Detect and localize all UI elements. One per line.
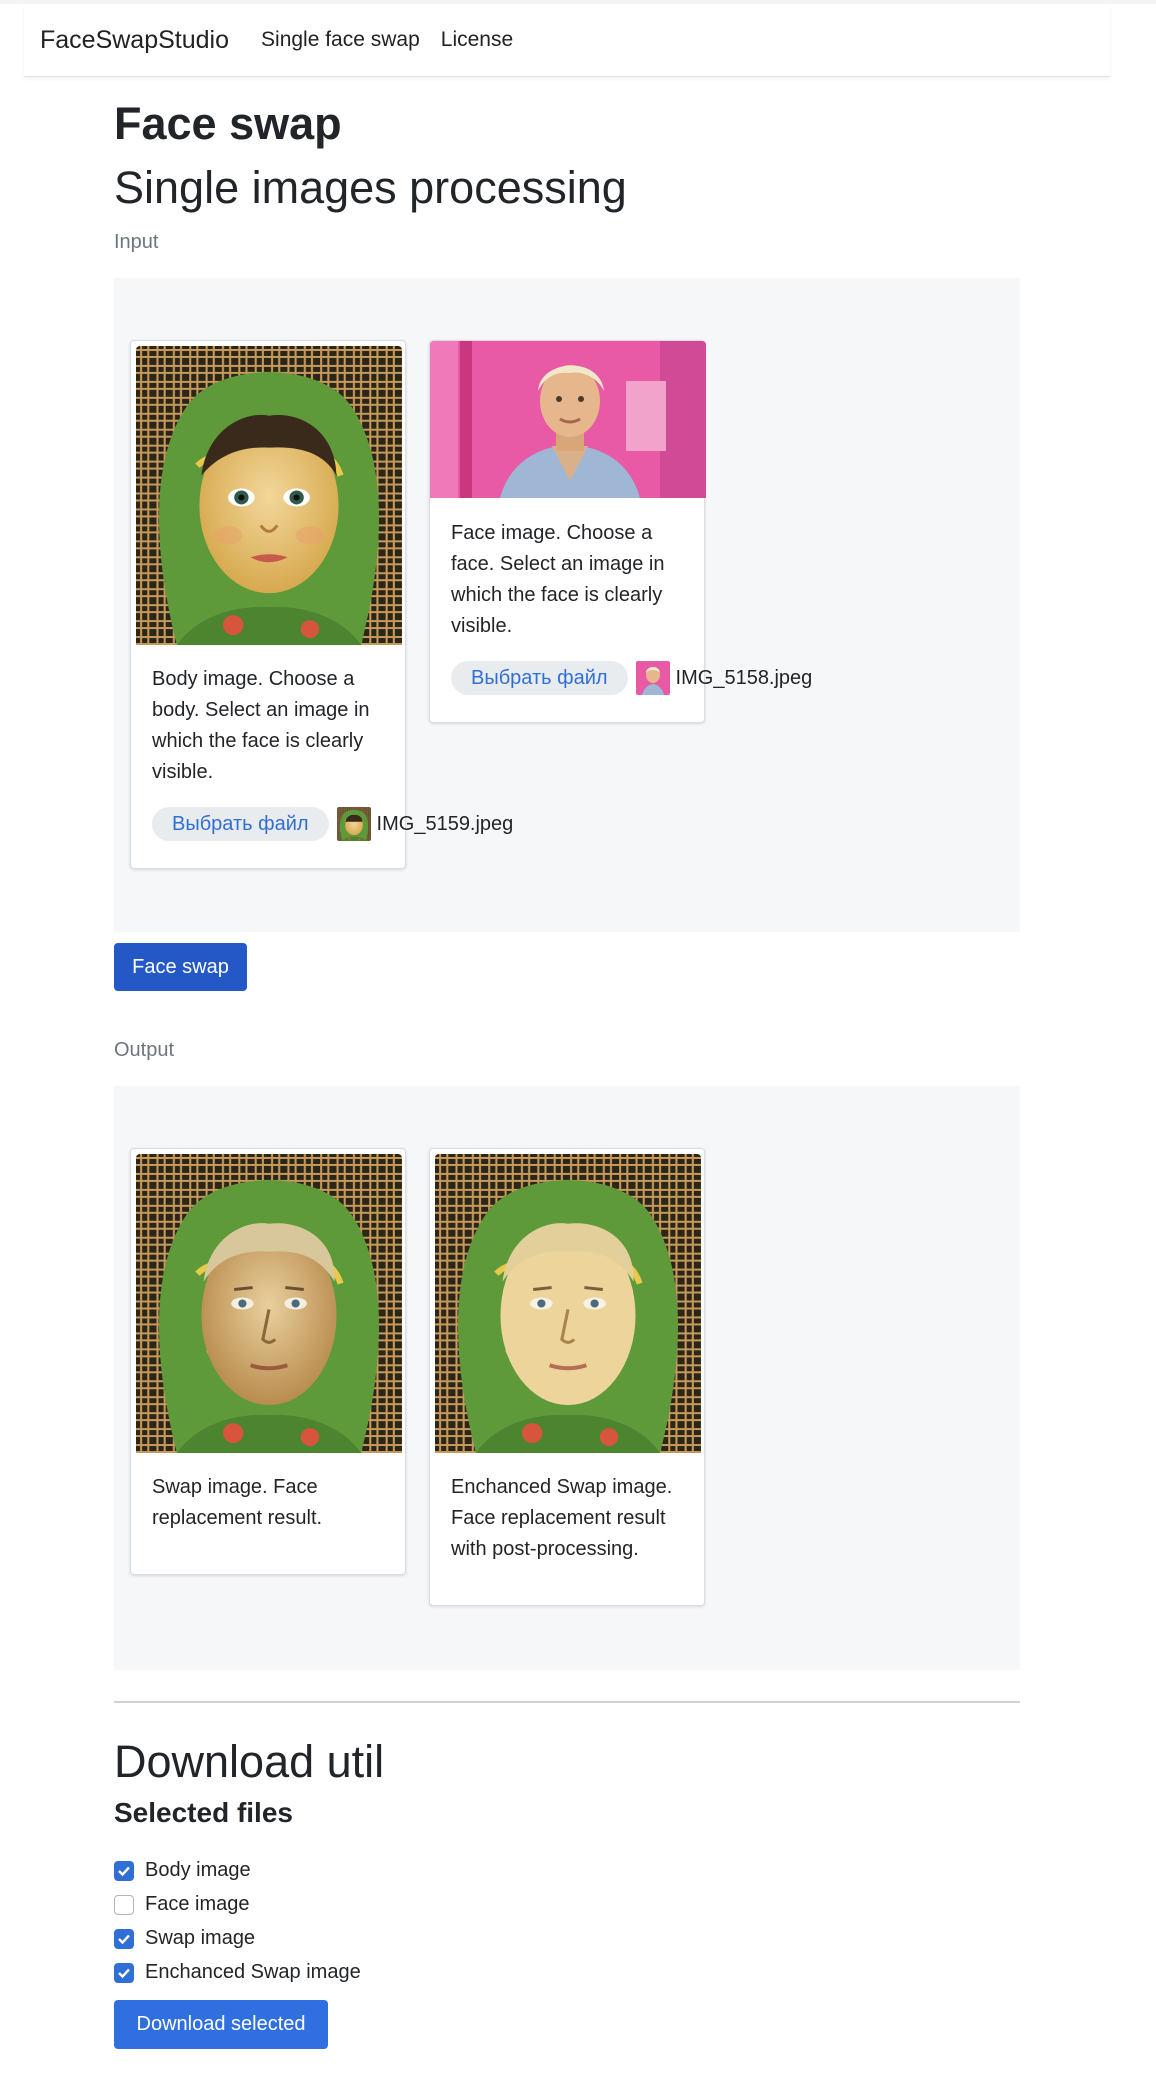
face-file-thumbnail xyxy=(635,661,670,695)
swap-image-checkbox[interactable] xyxy=(114,1928,134,1949)
download-selected-button[interactable]: Download selected xyxy=(114,2000,328,2049)
face-card-description: Face image. Choose a face. Select an ima… xyxy=(451,522,665,637)
face-file-input[interactable]: Выбрать файл IMG_5158.jpeg xyxy=(451,661,812,695)
input-label: Input xyxy=(114,231,159,253)
face-choose-file-button[interactable]: Выбрать файл xyxy=(451,661,628,695)
body-image-checkbox[interactable] xyxy=(114,1860,134,1881)
face-image-preview xyxy=(430,341,706,498)
body-choose-file-button[interactable]: Выбрать файл xyxy=(152,807,329,841)
checkbox-row-enhanced-swap-image[interactable]: Enchanced Swap image xyxy=(114,1961,361,1984)
body-image-card: Body image. Choose a body. Select an ima… xyxy=(130,340,513,869)
download-util-title: Download util xyxy=(114,1736,385,1787)
face-swap-button[interactable]: Face swap xyxy=(114,943,247,991)
section-title: Single images processing xyxy=(114,162,627,213)
input-panel: Body image. Choose a body. Select an ima… xyxy=(114,278,1020,932)
nav-link-license[interactable]: License xyxy=(441,28,513,52)
swap-image-checkbox-label[interactable]: Swap image xyxy=(145,1927,255,1950)
body-image-preview xyxy=(136,346,402,645)
face-file-name: IMG_5158.jpeg xyxy=(675,666,813,689)
body-file-thumbnail xyxy=(337,807,371,841)
page-title: Face swap xyxy=(114,98,342,149)
body-file-name: IMG_5159.jpeg xyxy=(376,812,514,835)
face-image-checkbox-label[interactable]: Face image xyxy=(145,1893,250,1916)
enhanced-card-description: Enchanced Swap image. Face replacement r… xyxy=(451,1476,673,1560)
nav-link-single-face-swap[interactable]: Single face swap xyxy=(261,28,420,52)
checkbox-row-swap-image[interactable]: Swap image xyxy=(114,1927,255,1950)
checkbox-row-body-image[interactable]: Body image xyxy=(114,1859,251,1882)
body-file-input[interactable]: Выбрать файл IMG_5159.jpeg xyxy=(152,807,513,841)
face-image-card: Face image. Choose a face. Select an ima… xyxy=(429,340,812,723)
swap-card-description: Swap image. Face replacement result. xyxy=(152,1476,323,1529)
enhanced-swap-image-checkbox[interactable] xyxy=(114,1962,134,1983)
enhanced-swap-image-preview xyxy=(435,1154,701,1453)
selected-files-title: Selected files xyxy=(114,1797,293,1828)
output-panel: Swap image. Face replacement result. Enc… xyxy=(114,1086,1020,1670)
body-image-checkbox-label[interactable]: Body image xyxy=(145,1859,251,1882)
swap-image-preview xyxy=(136,1154,402,1453)
navbar: FaceSwapStudio Single face swap License xyxy=(24,4,1110,77)
checkbox-row-face-image[interactable]: Face image xyxy=(114,1893,250,1916)
enhanced-swap-image-checkbox-label[interactable]: Enchanced Swap image xyxy=(145,1961,361,1984)
face-image-checkbox[interactable] xyxy=(114,1894,134,1915)
swap-image-card: Swap image. Face replacement result. xyxy=(130,1148,406,1575)
section-divider xyxy=(114,1701,1020,1703)
brand-logo[interactable]: FaceSwapStudio xyxy=(40,26,229,55)
enhanced-swap-image-card: Enchanced Swap image. Face replacement r… xyxy=(429,1148,705,1606)
output-label: Output xyxy=(114,1039,175,1061)
body-card-description: Body image. Choose a body. Select an ima… xyxy=(152,668,370,783)
